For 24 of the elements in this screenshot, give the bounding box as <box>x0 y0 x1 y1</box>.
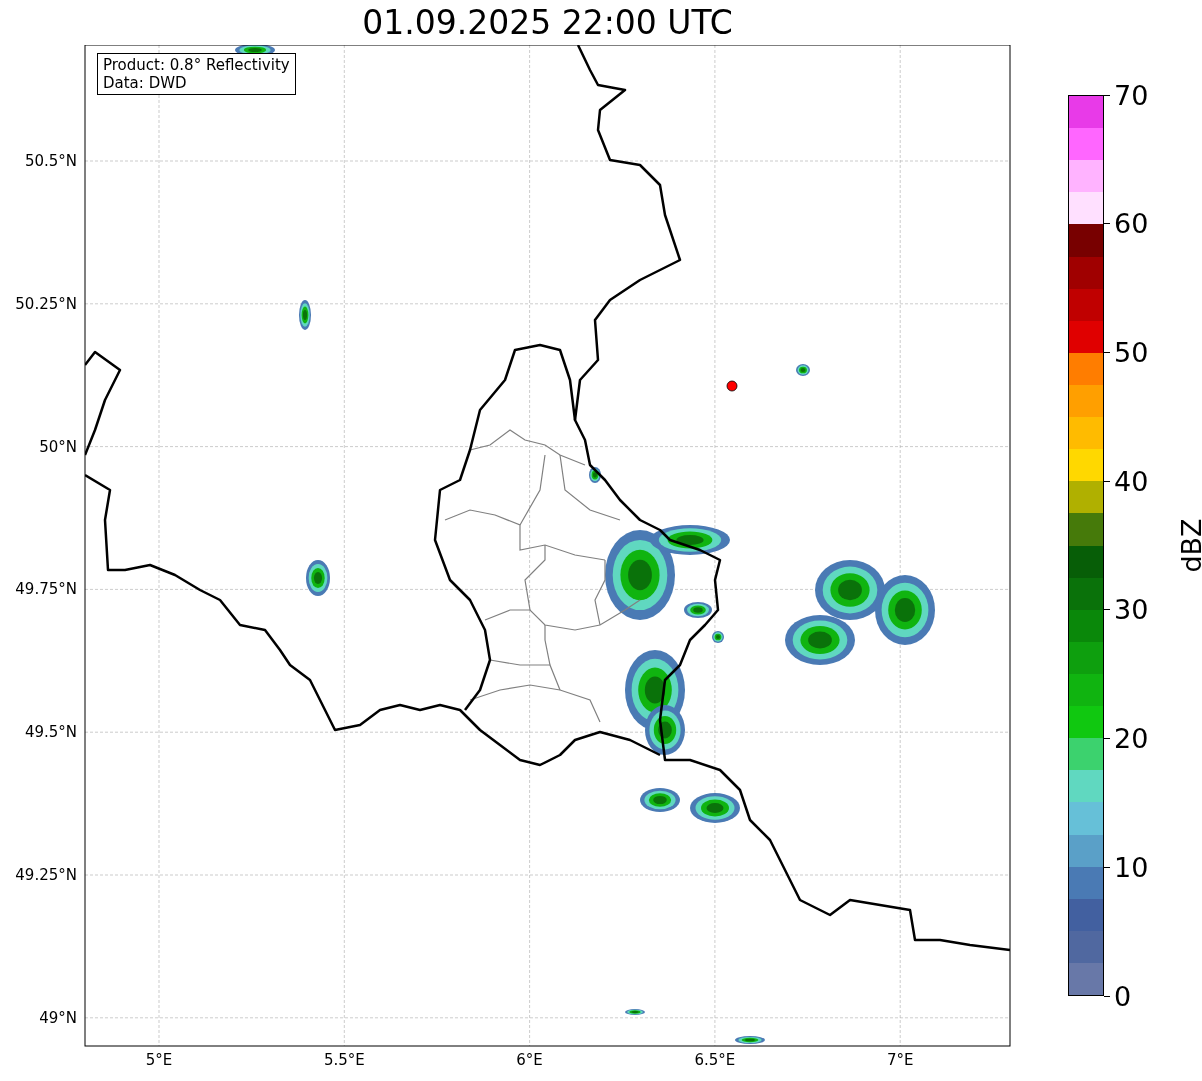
y-tick-label: 49.75°N <box>15 580 77 599</box>
y-tick-label: 50°N <box>39 437 77 456</box>
y-tick-label: 49°N <box>39 1008 77 1027</box>
x-tick-label: 6.5°E <box>694 1051 736 1069</box>
x-tick-label: 5.5°E <box>323 1051 365 1069</box>
x-tick-label: 7°E <box>886 1051 914 1069</box>
info-text: Data: DWD <box>103 74 188 92</box>
colorbar-tick-label: 20 <box>1114 725 1149 753</box>
info-text: Product: 0.8° Reflectivity <box>103 56 290 74</box>
chart-title: 01.09.2025 22:00 UTC <box>362 6 733 39</box>
y-tick-label: 49.5°N <box>24 723 77 742</box>
colorbar-label: dBZ <box>1177 518 1202 573</box>
x-tick-label: 5°E <box>145 1051 173 1069</box>
colorbar-tick-label: 0 <box>1114 982 1132 1010</box>
colorbar-tick-label: 50 <box>1114 338 1149 366</box>
colorbar-tick-label: 30 <box>1114 596 1149 624</box>
colorbar-tick-label: 70 <box>1114 81 1149 109</box>
colorbar-tick-label: 40 <box>1114 467 1149 495</box>
y-tick-label: 50.5°N <box>24 152 77 170</box>
colorbar-tick-label: 10 <box>1114 853 1149 881</box>
y-tick-label: 50.25°N <box>15 294 77 313</box>
y-tick-label: 49.25°N <box>15 866 77 884</box>
x-tick-label: 6°E <box>516 1051 543 1069</box>
colorbar-tick-label: 60 <box>1114 210 1149 238</box>
